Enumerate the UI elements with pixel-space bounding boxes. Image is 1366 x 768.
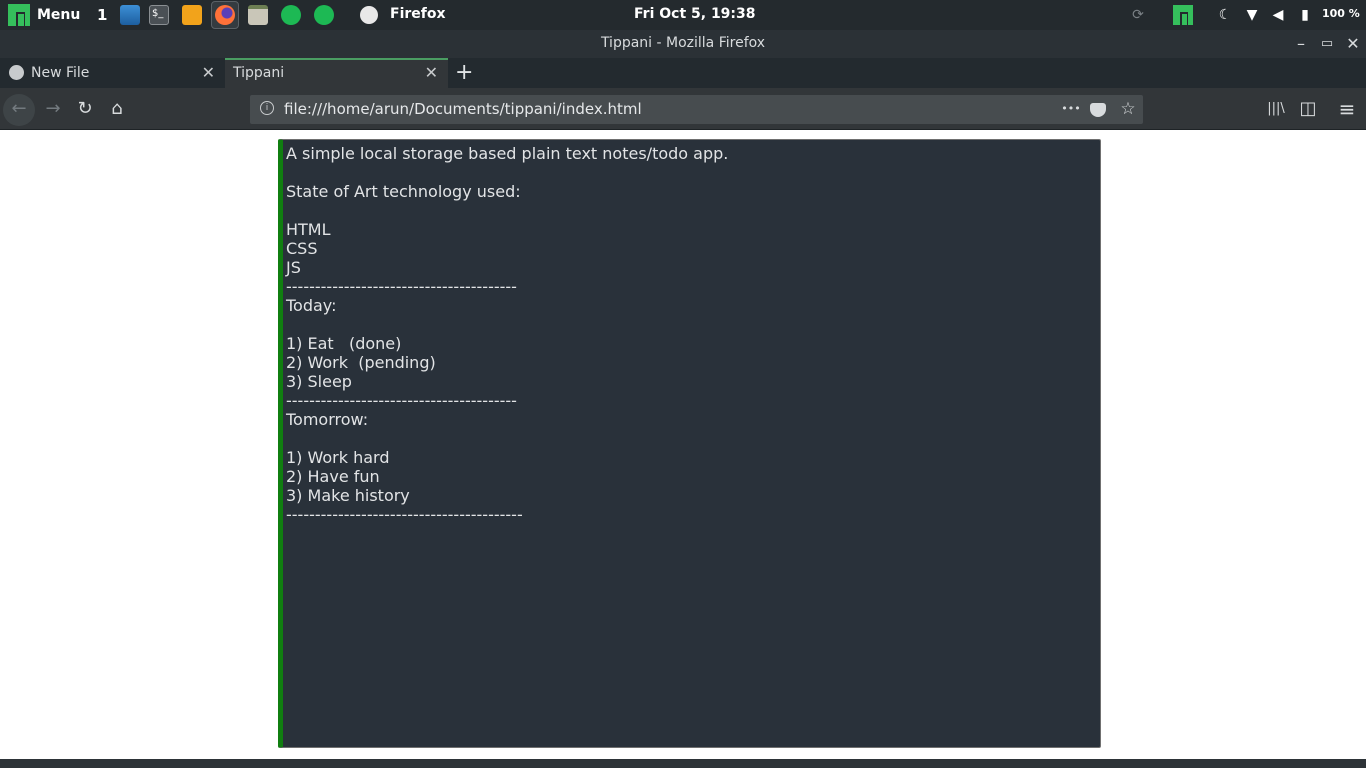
archive-manager-icon[interactable] — [248, 5, 268, 25]
github-icon — [9, 65, 24, 80]
menu-label: Menu — [37, 7, 81, 23]
wifi-icon[interactable]: ▼ — [1242, 5, 1262, 25]
bookmark-star-icon[interactable]: ☆ — [1118, 99, 1138, 119]
tab-label: Tippani — [233, 65, 285, 81]
window-title: Tippani - Mozilla Firefox — [600, 35, 766, 51]
minimize-button[interactable]: – — [1291, 34, 1311, 54]
new-tab-button[interactable]: + — [455, 60, 473, 85]
manjaro-logo-icon — [8, 4, 30, 26]
tab-close-icon[interactable]: ✕ — [202, 63, 215, 82]
file-manager-icon[interactable] — [120, 5, 140, 25]
volume-icon[interactable]: ◀ — [1268, 5, 1288, 25]
url-text[interactable]: file:///home/arun/Documents/tippani/inde… — [284, 100, 642, 118]
sidebar-toggle-icon[interactable]: ◫ — [1295, 96, 1321, 122]
forward-button[interactable]: → — [40, 96, 66, 122]
window-titlebar[interactable]: Tippani - Mozilla Firefox – ▭ ✕ — [0, 30, 1366, 58]
active-app-name: Firefox — [390, 6, 446, 22]
note-text[interactable]: A simple local storage based plain text … — [286, 144, 728, 524]
night-mode-icon[interactable]: ☾ — [1215, 5, 1235, 25]
battery-percentage: 100 % — [1322, 7, 1360, 20]
terminal-icon[interactable]: $_ — [149, 5, 169, 25]
system-panel: Menu 1 $_ Firefox Fri Oct 5, 19:38 ⟳ ☾ ▼… — [0, 0, 1366, 30]
tab-tippani[interactable]: Tippani ✕ — [225, 58, 448, 88]
tab-label: New File — [31, 65, 90, 81]
navigation-toolbar: ← → ↻ ⌂ i file:///home/arun/Documents/ti… — [0, 88, 1366, 130]
library-icon[interactable]: |||\ — [1263, 96, 1289, 122]
site-info-icon[interactable]: i — [260, 101, 274, 115]
spotify-icon-2[interactable] — [314, 5, 334, 25]
firefox-app-icon — [360, 6, 378, 24]
page-content: A simple local storage based plain text … — [0, 130, 1366, 759]
menu-button[interactable]: Menu — [8, 4, 81, 26]
tab-new-file[interactable]: New File ✕ — [0, 58, 225, 88]
workspace-indicator[interactable]: 1 — [97, 6, 107, 24]
manjaro-settings-icon[interactable] — [1173, 5, 1193, 25]
page-actions-icon[interactable]: ••• — [1061, 99, 1081, 119]
battery-icon[interactable]: ▮ — [1295, 5, 1315, 25]
tab-close-icon[interactable]: ✕ — [425, 63, 438, 82]
home-button[interactable]: ⌂ — [104, 96, 130, 122]
clock[interactable]: Fri Oct 5, 19:38 — [634, 6, 756, 22]
spotify-icon[interactable] — [281, 5, 301, 25]
bottom-strip — [0, 759, 1366, 768]
url-bar[interactable]: i file:///home/arun/Documents/tippani/in… — [250, 95, 1143, 124]
tab-strip: New File ✕ Tippani ✕ + — [0, 58, 1366, 88]
firefox-icon[interactable] — [215, 5, 235, 25]
note-textarea[interactable]: A simple local storage based plain text … — [278, 139, 1101, 748]
pocket-icon[interactable] — [1090, 103, 1106, 117]
reload-button[interactable]: ↻ — [72, 96, 98, 122]
sync-icon[interactable]: ⟳ — [1128, 5, 1148, 25]
hamburger-menu-icon[interactable]: ≡ — [1334, 96, 1360, 122]
maximize-button[interactable]: ▭ — [1317, 34, 1337, 54]
sublime-text-icon[interactable] — [182, 5, 202, 25]
back-arrow-icon[interactable]: ← — [6, 96, 32, 122]
close-window-button[interactable]: ✕ — [1343, 34, 1363, 54]
